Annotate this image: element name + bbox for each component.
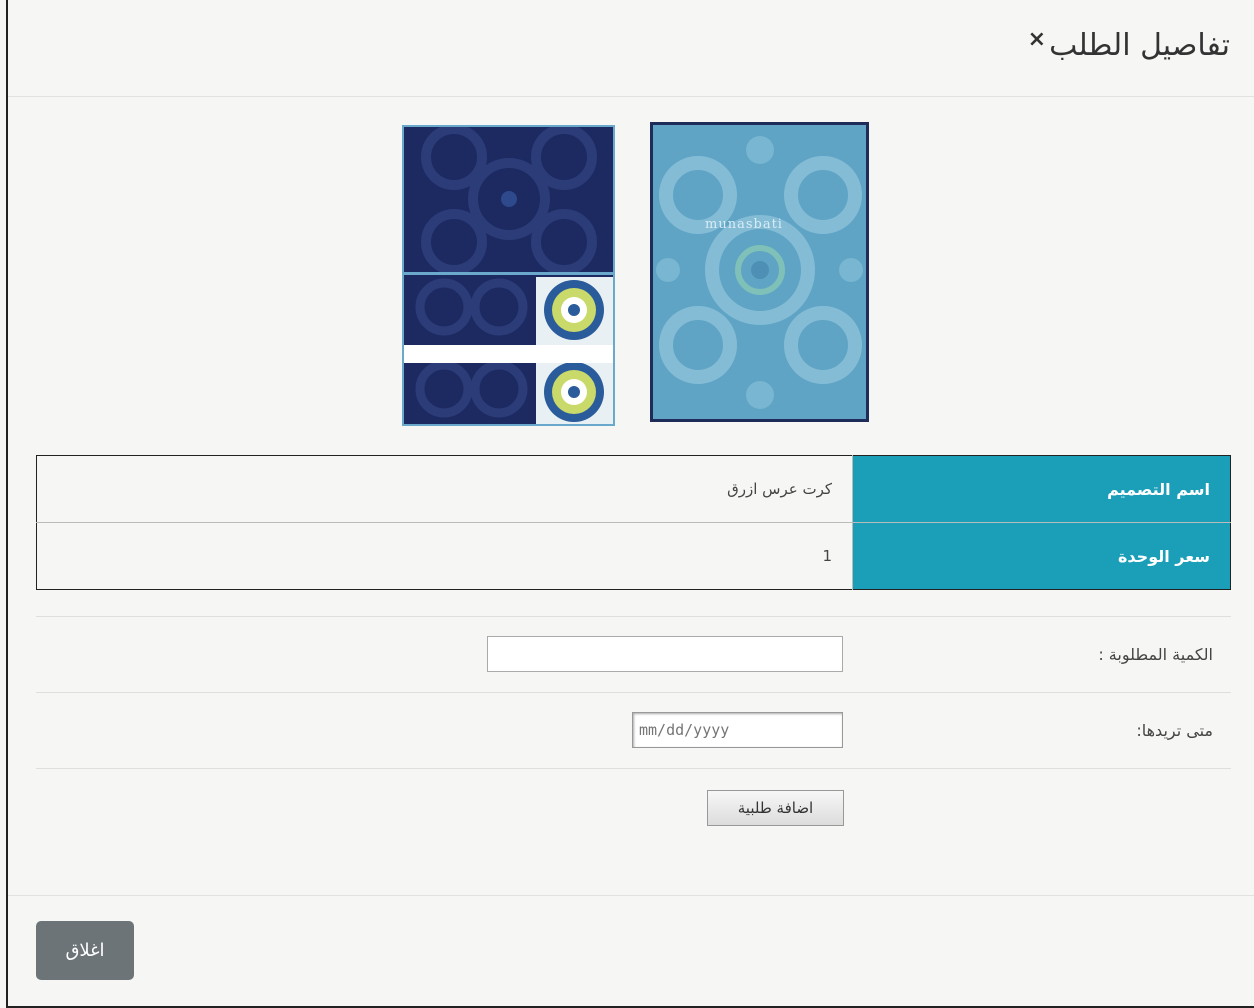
card-brand-text: munasbati (705, 217, 783, 232)
table-row: كرت عرس ازرق اسم التصميم (36, 455, 1231, 523)
design-details-table: كرت عرس ازرق اسم التصميم 1 سعر الوحدة (36, 455, 1231, 590)
close-button[interactable]: اغلاق (36, 921, 134, 980)
footer-divider (8, 895, 1254, 896)
quantity-label: الكمية المطلوبة : (1098, 645, 1213, 664)
unit-price-value: 1 (36, 522, 853, 590)
quantity-input[interactable] (487, 636, 843, 672)
card-back-image (402, 125, 615, 426)
modal-left-border (6, 0, 8, 1008)
close-icon[interactable]: × (1028, 27, 1046, 52)
card-back-pattern-icon (404, 127, 613, 424)
date-row: متى تريدها: (36, 692, 1231, 769)
form-divider (36, 768, 1231, 769)
card-front-pattern-icon (653, 125, 866, 419)
modal-header: تفاصيل الطلب × (8, 0, 1254, 97)
modal-title: تفاصيل الطلب (1049, 28, 1230, 63)
add-order-button[interactable]: اضافة طلبية (707, 790, 844, 826)
quantity-row: الكمية المطلوبة : (36, 616, 1231, 693)
table-row: 1 سعر الوحدة (36, 522, 1231, 590)
date-label: متى تريدها: (1136, 721, 1213, 740)
design-name-value: كرت عرس ازرق (36, 455, 853, 523)
unit-price-label: سعر الوحدة (852, 522, 1231, 590)
date-input[interactable] (632, 712, 843, 748)
design-name-label: اسم التصميم (852, 455, 1231, 523)
card-front-image: munasbati (650, 122, 869, 422)
